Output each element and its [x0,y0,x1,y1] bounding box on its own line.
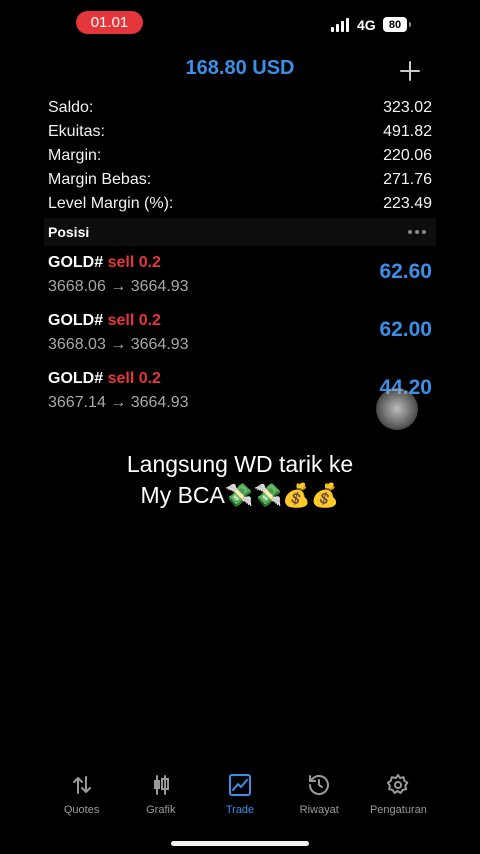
caption-line-1: Langsung WD tarik ke [126,451,354,477]
summary-value: 491.82 [383,123,432,140]
summary-row-margin-bebas: Margin Bebas: 271.76 [48,168,432,192]
video-caption: Langsung WD tarik ke My BCA💸💸💰💰 [0,449,480,511]
position-profit: 62.00 [379,318,432,341]
plus-icon[interactable] [398,55,422,83]
tab-label: Riwayat [299,804,339,816]
summary-row-level-margin: Level Margin (%): 223.49 [48,192,432,216]
summary-label: Level Margin (%): [48,195,174,212]
network-type: 4G [357,17,376,33]
summary-label: Ekuitas: [48,123,105,140]
tab-label: Grafik [146,804,176,816]
summary-value: 223.49 [383,195,432,212]
battery-level: 80 [388,18,402,31]
tab-trade[interactable]: Trade [200,772,279,828]
tab-pengaturan[interactable]: Pengaturan [359,772,438,828]
caption-line-2: My BCA💸💸💰💰 [140,482,340,508]
position-side: sell 0.2 [107,254,161,271]
summary-value: 220.06 [383,147,432,164]
summary-row-margin: Margin: 220.06 [48,144,432,168]
status-time: 01.01 [76,11,143,34]
position-prices: 3667.14 → 3664.93 [48,394,189,411]
tab-label: Quotes [63,804,100,816]
summary-label: Margin Bebas: [48,171,152,188]
battery-icon: 80 [383,17,411,32]
quotes-arrows-icon [69,772,95,798]
summary-label: Margin: [48,147,102,164]
positions-title: Posisi [48,224,90,240]
summary-row-ekuitas: Ekuitas: 491.82 [48,120,432,144]
summary-label: Saldo: [48,99,94,116]
candlestick-icon [148,772,174,798]
position-row[interactable]: GOLD# sell 0.2 3668.06 → 3664.93 62.60 [48,254,432,304]
summary-value: 323.02 [383,99,432,116]
tab-riwayat[interactable]: Riwayat [280,772,359,828]
position-symbol: GOLD# [48,254,104,271]
position-symbol: GOLD# [48,312,104,329]
tab-quotes[interactable]: Quotes [42,772,121,828]
account-summary: Saldo: 323.02 Ekuitas: 491.82 Margin: 22… [48,96,432,216]
position-profit: 62.60 [379,260,432,283]
summary-value: 271.76 [383,171,432,188]
home-indicator[interactable] [171,841,309,846]
position-row[interactable]: GOLD# sell 0.2 3668.03 → 3664.93 62.00 [48,312,432,362]
bottom-tab-bar: Quotes Grafik Trade Riwayat Pengaturan [42,772,438,828]
trade-chart-icon [227,772,253,798]
tab-grafik[interactable]: Grafik [121,772,200,828]
position-side: sell 0.2 [107,312,161,329]
gear-icon [385,772,411,798]
status-bar: 01.01 4G 80 [0,0,480,44]
position-prices: 3668.06 → 3664.93 [48,278,189,295]
position-row[interactable]: GOLD# sell 0.2 3667.14 → 3664.93 44.20 [48,370,432,420]
touch-indicator [376,388,418,430]
positions-section-header: Posisi [44,218,436,246]
history-clock-icon [306,772,332,798]
position-side: sell 0.2 [107,370,161,387]
tab-label: Trade [225,804,255,816]
position-prices: 3668.03 → 3664.93 [48,336,189,353]
tab-label: Pengaturan [369,804,427,816]
signal-icon [331,18,349,32]
more-dots-icon[interactable] [408,230,432,234]
summary-row-saldo: Saldo: 323.02 [48,96,432,120]
position-symbol: GOLD# [48,370,104,387]
